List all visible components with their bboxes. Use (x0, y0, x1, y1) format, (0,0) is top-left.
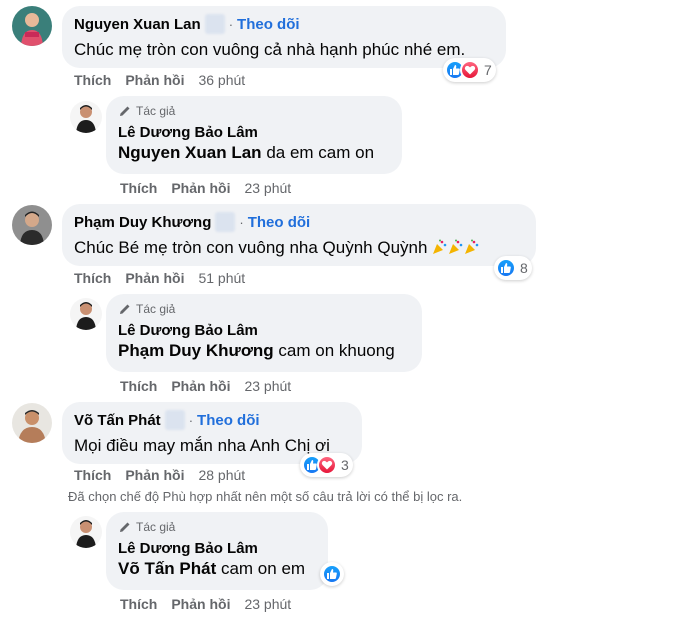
reply-actions: Thích Phản hồi 23 phút (120, 596, 291, 612)
author-label: Tác giả (136, 104, 176, 118)
reply-link[interactable]: Phản hồi (171, 596, 230, 612)
reply-text: Phạm Duy Khương cam on khuong (118, 341, 395, 360)
reply-link[interactable]: Phản hồi (171, 378, 230, 394)
thumbs-up-icon (496, 258, 516, 278)
timestamp[interactable]: 23 phút (244, 378, 291, 394)
avatar[interactable] (12, 205, 52, 245)
follow-link[interactable]: Theo dõi (248, 214, 311, 231)
comment-bubble: Nguyen Xuan Lan · Theo dõi Chúc mẹ tròn … (62, 6, 506, 68)
blurred-badge (164, 410, 185, 430)
timestamp[interactable]: 28 phút (198, 467, 245, 483)
reaction-summary[interactable]: 3 (300, 453, 353, 477)
reply-actions: Thích Phản hồi 23 phút (120, 378, 291, 394)
avatar[interactable] (70, 298, 102, 330)
like-link[interactable]: Thích (120, 378, 157, 394)
comment-text: Chúc Bé mẹ tròn con vuông nha Quỳnh Quỳn… (74, 236, 524, 260)
like-link[interactable]: Thích (74, 72, 111, 88)
replier-name[interactable]: Lê Dương Bảo Lâm (118, 540, 316, 557)
party-popper-icon (433, 239, 447, 254)
reaction-summary[interactable]: 8 (494, 256, 532, 280)
party-popper-icon (449, 239, 463, 254)
reaction-count: 3 (341, 457, 349, 473)
comment-actions: Thích Phản hồi 36 phút (74, 72, 245, 88)
blurred-badge (204, 14, 225, 34)
timestamp[interactable]: 51 phút (198, 270, 245, 286)
mention[interactable]: Phạm Duy Khương (118, 341, 274, 360)
reply-actions: Thích Phản hồi 23 phút (120, 180, 291, 196)
avatar[interactable] (70, 101, 102, 133)
follow-link[interactable]: Theo dõi (197, 412, 260, 429)
avatar[interactable] (70, 516, 102, 548)
reaction-summary[interactable]: 7 (443, 58, 496, 82)
replier-name[interactable]: Lê Dương Bảo Lâm (118, 322, 410, 339)
reply-link[interactable]: Phản hồi (171, 180, 230, 196)
comment-text: Chúc mẹ tròn con vuông cả nhà hạnh phúc … (74, 40, 466, 59)
follow-link[interactable]: Theo dõi (237, 16, 300, 33)
like-link[interactable]: Thích (74, 467, 111, 483)
reaction-count: 8 (520, 260, 528, 276)
reply-bubble: Tác giả Lê Dương Bảo Lâm Phạm Duy Khương… (106, 294, 422, 372)
commenter-name[interactable]: Nguyen Xuan Lan (74, 16, 201, 33)
pencil-icon (120, 522, 130, 532)
blurred-badge (215, 212, 236, 232)
comment-actions: Thích Phản hồi 28 phút (74, 467, 245, 483)
commenter-name[interactable]: Phạm Duy Khương (74, 214, 211, 231)
party-popper-icon (465, 239, 479, 254)
reply-link[interactable]: Phản hồi (125, 72, 184, 88)
like-link[interactable]: Thích (120, 180, 157, 196)
mention[interactable]: Võ Tấn Phát (118, 559, 216, 578)
reaction-count: 7 (484, 62, 492, 78)
heart-icon (460, 60, 480, 80)
timestamp[interactable]: 23 phút (244, 180, 291, 196)
commenter-name[interactable]: Võ Tấn Phát (74, 412, 161, 429)
comment-actions: Thích Phản hồi 51 phút (74, 270, 245, 286)
avatar[interactable] (12, 6, 52, 46)
reply-text: Nguyen Xuan Lan da em cam on (118, 143, 375, 162)
pencil-icon (120, 106, 130, 116)
heart-icon (317, 455, 337, 475)
like-link[interactable]: Thích (74, 270, 111, 286)
author-badge: Tác giả (118, 520, 316, 534)
author-label: Tác giả (136, 302, 176, 316)
author-label: Tác giả (136, 520, 176, 534)
like-link[interactable]: Thích (120, 596, 157, 612)
replier-name[interactable]: Lê Dương Bảo Lâm (118, 124, 390, 141)
avatar[interactable] (12, 403, 52, 443)
comment-bubble: Phạm Duy Khương · Theo dõi Chúc Bé mẹ tr… (62, 204, 536, 266)
timestamp[interactable]: 23 phút (244, 596, 291, 612)
reply-bubble: Tác giả Lê Dương Bảo Lâm Võ Tấn Phát cam… (106, 512, 328, 590)
reply-text: Võ Tấn Phát cam on em (118, 559, 306, 578)
reply-link[interactable]: Phản hồi (125, 270, 184, 286)
author-badge: Tác giả (118, 302, 410, 316)
reaction-summary[interactable] (320, 562, 344, 586)
reply-link[interactable]: Phản hồi (125, 467, 184, 483)
pencil-icon (120, 304, 130, 314)
filter-notice: Đã chọn chế độ Phù hợp nhất nên một số c… (68, 489, 463, 504)
mention[interactable]: Nguyen Xuan Lan (118, 143, 262, 162)
reply-bubble: Tác giả Lê Dương Bảo Lâm Nguyen Xuan Lan… (106, 96, 402, 174)
thumbs-up-icon (322, 564, 342, 584)
author-badge: Tác giả (118, 104, 390, 118)
timestamp[interactable]: 36 phút (198, 72, 245, 88)
